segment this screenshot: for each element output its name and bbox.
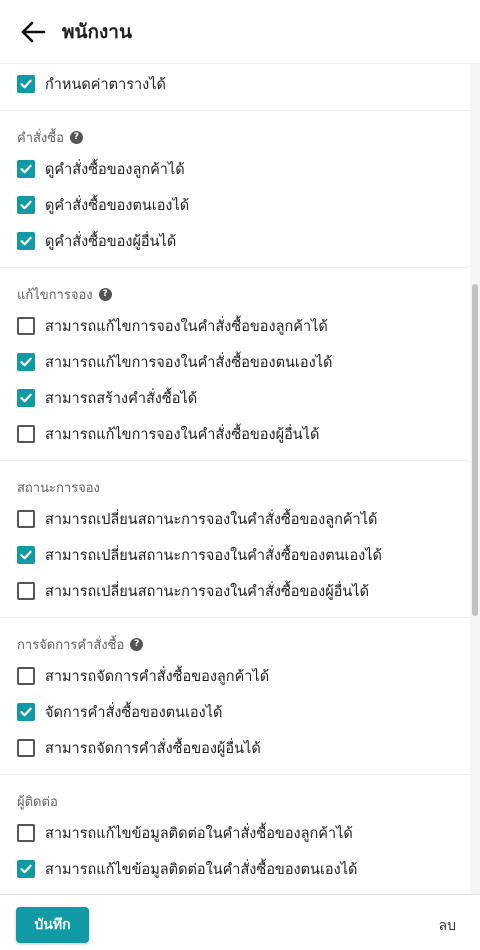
check-icon [20,550,32,560]
check-icon [20,200,32,210]
section-title: สถานะการจอง [17,480,100,496]
checkbox-checked[interactable] [17,703,35,721]
section-header: คำสั่งซื้อ? [0,123,470,151]
permission-item[interactable]: สามารถแก้ไขข้อมูลติดต่อในคำสั่งซื้อของลู… [0,815,470,851]
check-icon [20,79,32,89]
top-permission-block: กำหนดค่าตารางได้ [0,64,470,110]
permission-label: สามารถแก้ไขข้อมูลติดต่อในคำสั่งซื้อของตน… [45,861,358,878]
back-button[interactable] [17,16,49,48]
check-icon [20,707,32,717]
delete-button[interactable]: ลบ [439,915,456,937]
permission-item[interactable]: กำหนดค่าตารางได้ [0,66,470,102]
checkbox-unchecked[interactable] [17,582,35,600]
check-icon [20,864,32,874]
permission-label: สามารถแก้ไขการจองในคำสั่งซื้อของตนเองได้ [45,354,333,371]
action-footer: บันทึก ลบ [0,894,480,950]
permissions-content: กำหนดค่าตารางได้ คำสั่งซื้อ? ดูคำสั่งซื้อ… [0,64,470,894]
permission-item[interactable]: ดูคำสั่งซื้อของลูกค้าได้ [0,151,470,187]
section-header: สถานะการจอง [0,473,470,501]
checkbox-checked[interactable] [17,160,35,178]
permission-section: การจัดการคำสั่งซื้อ? สามารถจัดการคำสั่งซื… [0,617,470,774]
section-title: การจัดการคำสั่งซื้อ [17,637,125,653]
checkbox-checked[interactable] [17,389,35,407]
permission-label: สามารถเปลี่ยนสถานะการจองในคำสั่งซื้อของผ… [45,583,370,600]
checkbox-unchecked[interactable] [17,510,35,528]
permission-label: สามารถเปลี่ยนสถานะการจองในคำสั่งซื้อของล… [45,511,378,528]
permission-label: สามารถแก้ไขข้อมูลติดต่อในคำสั่งซื้อของลู… [45,825,353,842]
checkbox-checked[interactable] [17,75,35,93]
permission-item[interactable]: สามารถจัดการคำสั่งซื้อของลูกค้าได้ [0,658,470,694]
help-icon[interactable]: ? [69,130,83,144]
permission-item[interactable]: สามารถแก้ไขการจองในคำสั่งซื้อของตนเองได้ [0,344,470,380]
permission-label: กำหนดค่าตารางได้ [45,76,166,93]
permission-section: ผู้ติดต่อสามารถแก้ไขข้อมูลติดต่อในคำสั่ง… [0,774,470,894]
permission-section: แก้ไขการจอง? สามารถแก้ไขการจองในคำสั่งซื้… [0,267,470,460]
permission-item[interactable]: สามารถสร้างคำสั่งซื้อได้ [0,380,470,416]
section-header: แก้ไขการจอง? [0,280,470,308]
save-button[interactable]: บันทึก [16,907,89,943]
check-icon [20,236,32,246]
page-title: พนักงาน [62,20,132,43]
section-title: คำสั่งซื้อ [17,130,64,146]
permission-label: ดูคำสั่งซื้อของผู้อื่นได้ [45,233,177,250]
checkbox-unchecked[interactable] [17,739,35,757]
permission-label: สามารถจัดการคำสั่งซื้อของลูกค้าได้ [45,668,270,685]
checkbox-checked[interactable] [17,546,35,564]
checkbox-checked[interactable] [17,353,35,371]
checkbox-unchecked[interactable] [17,667,35,685]
permission-item[interactable]: ดูคำสั่งซื้อของตนเองได้ [0,187,470,223]
permission-item[interactable]: สามารถแก้ไขการจองในคำสั่งซื้อของลูกค้าได… [0,308,470,344]
permission-item[interactable]: จัดการคำสั่งซื้อของตนเองได้ [0,694,470,730]
permission-item[interactable]: สามารถจัดการคำสั่งซื้อของผู้อื่นได้ [0,730,470,766]
checkbox-unchecked[interactable] [17,317,35,335]
permission-label: สามารถแก้ไขการจองในคำสั่งซื้อของลูกค้าได… [45,318,328,335]
permission-section: สถานะการจองสามารถเปลี่ยนสถานะการจองในคำส… [0,460,470,617]
checkbox-checked[interactable] [17,860,35,878]
checkbox-unchecked[interactable] [17,425,35,443]
permission-item[interactable]: สามารถแก้ไขข้อมูลติดต่อในคำสั่งซื้อของตน… [0,851,470,887]
permissions-list[interactable]: กำหนดค่าตารางได้ คำสั่งซื้อ? ดูคำสั่งซื้อ… [0,64,480,894]
section-title: แก้ไขการจอง [17,287,93,303]
permission-label: จัดการคำสั่งซื้อของตนเองได้ [45,704,223,721]
section-header: การจัดการคำสั่งซื้อ? [0,630,470,658]
scrollbar-thumb[interactable] [472,284,478,616]
permission-item[interactable]: ดูคำสั่งซื้อของผู้อื่นได้ [0,223,470,259]
permission-item[interactable]: สามารถเปลี่ยนสถานะการจองในคำสั่งซื้อของล… [0,501,470,537]
help-icon[interactable]: ? [130,637,144,651]
permission-item[interactable]: สามารถแก้ไขการจองในคำสั่งซื้อของผู้อื่นไ… [0,416,470,452]
check-icon [20,357,32,367]
permission-label: สามารถเปลี่ยนสถานะการจองในคำสั่งซื้อของต… [45,547,382,564]
permission-label: ดูคำสั่งซื้อของตนเองได้ [45,197,190,214]
checkbox-unchecked[interactable] [17,824,35,842]
permission-item[interactable]: สามารถเปลี่ยนสถานะการจองในคำสั่งซื้อของผ… [0,573,470,609]
arrow-left-icon [21,21,46,42]
permission-label: สามารถสร้างคำสั่งซื้อได้ [45,390,198,407]
permission-item[interactable]: สามารถเปลี่ยนสถานะการจองในคำสั่งซื้อของต… [0,537,470,573]
permission-label: สามารถจัดการคำสั่งซื้อของผู้อื่นได้ [45,740,261,757]
check-icon [20,393,32,403]
permission-label: ดูคำสั่งซื้อของลูกค้าได้ [45,161,185,178]
app-header: พนักงาน [0,0,480,64]
section-title: ผู้ติดต่อ [17,794,58,810]
check-icon [20,164,32,174]
help-icon[interactable]: ? [98,287,112,301]
permission-label: สามารถแก้ไขการจองในคำสั่งซื้อของผู้อื่นไ… [45,426,320,443]
permission-section: คำสั่งซื้อ? ดูคำสั่งซื้อของลูกค้าได้ดูคำส… [0,110,470,267]
checkbox-checked[interactable] [17,196,35,214]
checkbox-checked[interactable] [17,232,35,250]
section-header: ผู้ติดต่อ [0,787,470,815]
